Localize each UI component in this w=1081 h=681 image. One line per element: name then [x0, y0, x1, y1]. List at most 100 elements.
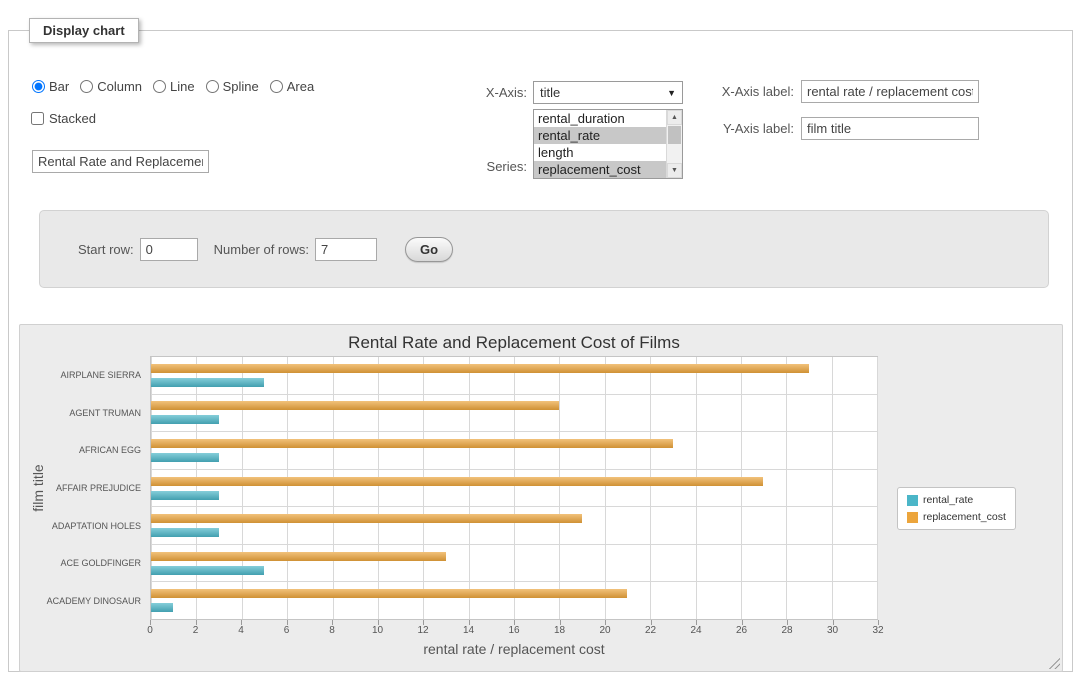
x-tick-label: 30: [827, 625, 838, 636]
series-option-length[interactable]: length: [534, 144, 666, 161]
x-tick-label: 32: [872, 625, 883, 636]
bar-rental_rate: [151, 603, 173, 612]
bar-replacement_cost: [151, 552, 446, 561]
chart-type-radio-group: Bar Column Line Spline Area: [32, 79, 325, 94]
x-tick-label: 18: [554, 625, 565, 636]
x-tick-label: 0: [147, 625, 153, 636]
stacked-option[interactable]: Stacked: [31, 111, 96, 126]
gridline: [877, 357, 878, 619]
chart-type-label: Bar: [49, 79, 69, 94]
x-tick-label: 2: [193, 625, 199, 636]
start-row-input[interactable]: [140, 238, 198, 261]
category-label: AGENT TRUMAN: [20, 394, 146, 432]
chart-type-radio-line[interactable]: [153, 80, 166, 93]
chart-type-radio-bar[interactable]: [32, 80, 45, 93]
x-axis-select-label: X-Axis:: [439, 85, 527, 100]
bar-replacement_cost: [151, 401, 559, 410]
bar-rental_rate: [151, 491, 219, 500]
series-select-row: Series: rental_durationrental_ratelength…: [439, 109, 683, 179]
chart-title-input[interactable]: [32, 150, 209, 173]
x-tick-label: 6: [284, 625, 290, 636]
go-button[interactable]: Go: [405, 237, 453, 262]
chart-type-label: Area: [287, 79, 314, 94]
category-label: ADAPTATION HOLES: [20, 507, 146, 545]
category-label: AFFAIR PREJUDICE: [20, 469, 146, 507]
chart-type-label: Column: [97, 79, 142, 94]
x-tick-label: 10: [372, 625, 383, 636]
x-axis-title: rental rate / replacement cost: [150, 641, 878, 657]
stacked-label: Stacked: [49, 111, 96, 126]
series-option-replacement_cost[interactable]: replacement_cost: [534, 161, 666, 178]
chart-title: Rental Rate and Replacement Cost of Film…: [150, 333, 878, 353]
x-axis-select-row: X-Axis: title ▼: [439, 81, 683, 104]
bar-replacement_cost: [151, 439, 673, 448]
bar-replacement_cost: [151, 477, 763, 486]
chart-type-option-area[interactable]: Area: [270, 79, 314, 94]
category-row: [151, 544, 877, 582]
plot-area: [150, 356, 878, 620]
y-axis-label-label: Y-Axis label:: [659, 121, 794, 136]
x-tick-label: 20: [599, 625, 610, 636]
scrollbar-track[interactable]: [667, 144, 682, 163]
x-tick-label: 12: [417, 625, 428, 636]
x-tick-label: 26: [736, 625, 747, 636]
bar-rental_rate: [151, 528, 219, 537]
bar-rental_rate: [151, 378, 264, 387]
chart-type-label: Line: [170, 79, 195, 94]
bar-replacement_cost: [151, 364, 809, 373]
x-tick-label: 22: [645, 625, 656, 636]
panel-legend: Display chart: [29, 18, 139, 43]
category-row: [151, 357, 877, 394]
num-rows-label: Number of rows:: [214, 242, 309, 257]
series-option-rental_duration[interactable]: rental_duration: [534, 110, 666, 127]
x-tick-label: 4: [238, 625, 244, 636]
x-tick-label: 24: [690, 625, 701, 636]
chart-type-option-bar[interactable]: Bar: [32, 79, 69, 94]
legend-item-replacement_cost[interactable]: replacement_cost: [907, 511, 1006, 523]
y-axis-label-row: Y-Axis label:: [659, 117, 979, 140]
series-option-rental_rate[interactable]: rental_rate: [534, 127, 666, 144]
legend-label: replacement_cost: [923, 511, 1006, 523]
bar-rental_rate: [151, 453, 219, 462]
start-row-label: Start row:: [78, 242, 134, 257]
chart-type-option-line[interactable]: Line: [153, 79, 195, 94]
y-axis-category-labels: AIRPLANE SIERRAAGENT TRUMANAFRICAN EGGAF…: [20, 356, 146, 620]
bar-rental_rate: [151, 566, 264, 575]
category-label: AFRICAN EGG: [20, 431, 146, 469]
category-label: ACE GOLDFINGER: [20, 545, 146, 583]
x-axis-label-label: X-Axis label:: [659, 84, 794, 99]
category-row: [151, 469, 877, 507]
category-row: [151, 431, 877, 469]
chart-type-option-column[interactable]: Column: [80, 79, 142, 94]
x-axis-label-input[interactable]: [801, 80, 979, 103]
category-label: ACADEMY DINOSAUR: [20, 582, 146, 620]
category-label: AIRPLANE SIERRA: [20, 356, 146, 394]
chart-type-label: Spline: [223, 79, 259, 94]
legend-item-rental_rate[interactable]: rental_rate: [907, 494, 1006, 506]
display-chart-panel: Display chart Bar Column Line Spline Area St…: [8, 18, 1073, 672]
x-tick-label: 16: [508, 625, 519, 636]
scroll-down-icon[interactable]: ▼: [667, 163, 682, 178]
legend-swatch-icon: [907, 495, 918, 506]
resize-grip-icon[interactable]: [1048, 657, 1060, 669]
legend-label: rental_rate: [923, 494, 973, 506]
legend-swatch-icon: [907, 512, 918, 523]
series-options: rental_durationrental_ratelengthreplacem…: [534, 110, 666, 178]
chart-container: Rental Rate and Replacement Cost of Film…: [19, 324, 1063, 672]
x-axis-selected-value: title: [540, 85, 560, 100]
bar-replacement_cost: [151, 514, 582, 523]
category-row: [151, 394, 877, 432]
stacked-checkbox[interactable]: [31, 112, 44, 125]
chart-type-radio-area[interactable]: [270, 80, 283, 93]
num-rows-input[interactable]: [315, 238, 377, 261]
y-axis-label-input[interactable]: [801, 117, 979, 140]
category-row: [151, 506, 877, 544]
x-axis-tick-labels: 02468101214161820222426283032: [150, 625, 878, 639]
chart-type-radio-spline[interactable]: [206, 80, 219, 93]
bar-rental_rate: [151, 415, 219, 424]
x-tick-label: 28: [781, 625, 792, 636]
row-range-form: Start row: Number of rows: Go: [39, 210, 1049, 288]
chart-type-radio-column[interactable]: [80, 80, 93, 93]
chart-type-option-spline[interactable]: Spline: [206, 79, 259, 94]
category-row: [151, 581, 877, 619]
